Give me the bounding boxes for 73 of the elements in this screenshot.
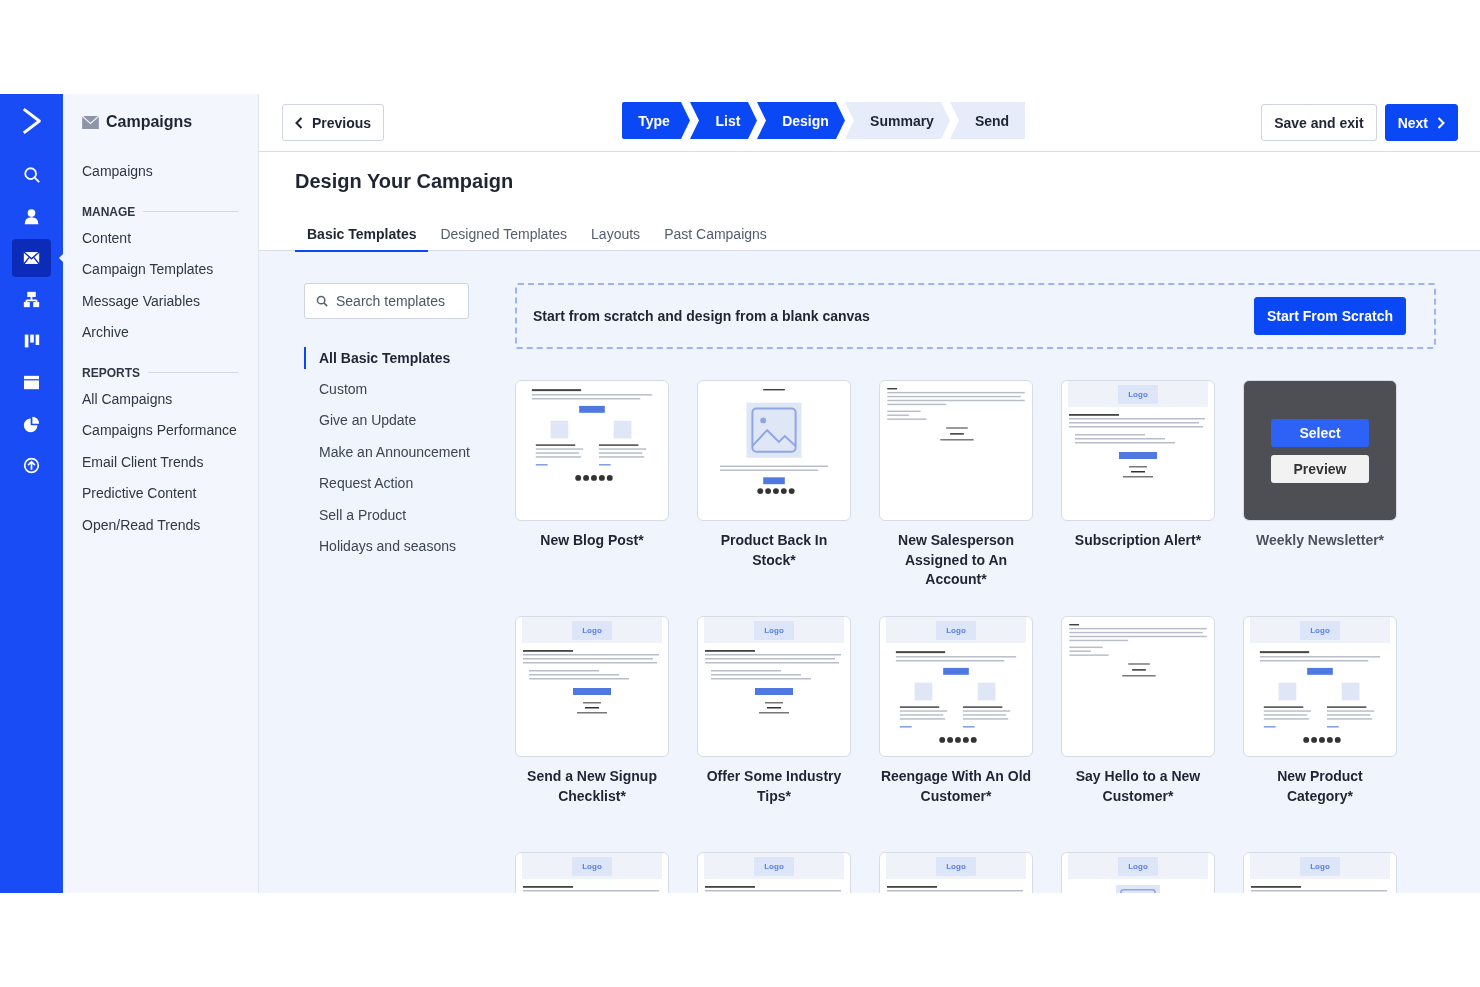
browser-window-icon bbox=[23, 375, 40, 390]
template-title: New Blog Post* bbox=[539, 531, 645, 550]
category-filter[interactable]: All Basic Templates bbox=[304, 347, 469, 369]
section-heading: MANAGE bbox=[82, 204, 136, 219]
category-filter[interactable]: Request Action bbox=[304, 468, 469, 500]
template-title: Say Hello to a New Customer* bbox=[1074, 767, 1202, 806]
start-from-scratch-button[interactable]: Start From Scratch bbox=[1253, 297, 1406, 335]
template-title: Offer Some Industry Tips* bbox=[705, 767, 843, 806]
wizard-step[interactable]: Send bbox=[950, 102, 1025, 139]
template-title: New Salesperson Assigned to An Account* bbox=[897, 531, 1015, 589]
wizard-step[interactable]: List bbox=[690, 102, 757, 139]
section-heading: REPORTS bbox=[82, 365, 140, 380]
envelope-icon bbox=[82, 115, 99, 129]
logo-placeholder: Logo bbox=[572, 620, 612, 640]
person-icon bbox=[23, 208, 40, 225]
preview-button[interactable]: Preview bbox=[1271, 454, 1369, 483]
page-title: Design Your Campaign bbox=[295, 170, 515, 193]
sidebar-link[interactable]: Message Variables bbox=[82, 285, 238, 317]
category-filter[interactable]: Give an Update bbox=[304, 405, 469, 437]
chevron-left-icon bbox=[295, 116, 303, 129]
logo-placeholder: Logo bbox=[936, 856, 976, 876]
save-and-exit-button[interactable]: Save and exit bbox=[1261, 104, 1377, 141]
template-title: Subscription Alert* bbox=[1073, 531, 1203, 550]
search-icon bbox=[22, 166, 41, 184]
wizard-step[interactable]: Design bbox=[757, 102, 845, 139]
logo-placeholder: Logo bbox=[754, 620, 794, 640]
template-title: Weekly Newsletter* bbox=[1254, 531, 1386, 550]
chevron-right-icon bbox=[1437, 116, 1445, 129]
template-card[interactable]: Select Preview bbox=[1243, 380, 1397, 521]
template-title: New Product Category* bbox=[1276, 767, 1364, 806]
wizard-step[interactable]: Summary bbox=[845, 102, 950, 139]
category-filter[interactable]: Custom bbox=[304, 373, 469, 406]
sidebar-link[interactable]: Content bbox=[82, 222, 238, 254]
wizard-step[interactable]: Type bbox=[622, 102, 690, 139]
previous-button[interactable]: Previous bbox=[282, 104, 385, 141]
select-button[interactable]: Select bbox=[1271, 418, 1369, 447]
sidebar-link[interactable]: Open/Read Trends bbox=[82, 509, 238, 541]
sidebar-link[interactable]: Campaigns Performance bbox=[82, 415, 238, 447]
logo-placeholder: Logo bbox=[572, 856, 612, 876]
logo-placeholder: Logo bbox=[754, 856, 794, 876]
upload-circle-icon bbox=[23, 457, 40, 474]
tab[interactable]: Past Campaigns bbox=[652, 226, 779, 252]
chevron-logo-icon[interactable] bbox=[20, 106, 43, 136]
logo-placeholder: Logo bbox=[1118, 856, 1158, 876]
logo-placeholder: Logo bbox=[936, 620, 976, 640]
logo-placeholder: Logo bbox=[1118, 384, 1158, 404]
tab[interactable]: Basic Templates bbox=[295, 226, 429, 252]
sidebar-link[interactable]: Archive bbox=[82, 317, 238, 349]
sidebar-link[interactable]: Email Client Trends bbox=[82, 446, 238, 478]
logo-placeholder: Logo bbox=[1300, 856, 1340, 876]
sidebar-link[interactable]: Campaign Templates bbox=[82, 254, 238, 286]
kanban-icon bbox=[23, 333, 40, 349]
logo-placeholder: Logo bbox=[1300, 620, 1340, 640]
next-button[interactable]: Next bbox=[1384, 104, 1458, 141]
template-card[interactable] bbox=[515, 380, 669, 521]
template-title: Reengage With An Old Customer* bbox=[879, 767, 1033, 806]
template-title: Product Back In Stock* bbox=[719, 531, 829, 570]
template-title: Send a New Signup Checklist* bbox=[526, 767, 658, 806]
category-filter[interactable]: Sell a Product bbox=[304, 499, 469, 532]
category-filter[interactable]: Make an Announcement bbox=[304, 436, 469, 469]
search-field[interactable]: Search templates bbox=[304, 283, 469, 319]
tab[interactable]: Layouts bbox=[579, 226, 653, 252]
sidebar-link[interactable]: All Campaigns bbox=[82, 383, 238, 415]
sidebar-link[interactable]: Predictive Content bbox=[82, 478, 238, 510]
blank-canvas-text: Start from scratch and design from a blank canvas bbox=[533, 308, 870, 324]
search-icon bbox=[316, 295, 328, 307]
sidebar-link[interactable]: Campaigns bbox=[82, 156, 238, 188]
pie-chart-icon bbox=[23, 415, 40, 433]
org-chart-icon bbox=[23, 291, 40, 308]
sidebar-title: Campaigns bbox=[106, 113, 193, 131]
envelope-icon bbox=[23, 251, 40, 265]
category-filter[interactable]: Holidays and seasons bbox=[304, 531, 469, 563]
tab[interactable]: Designed Templates bbox=[428, 226, 580, 252]
